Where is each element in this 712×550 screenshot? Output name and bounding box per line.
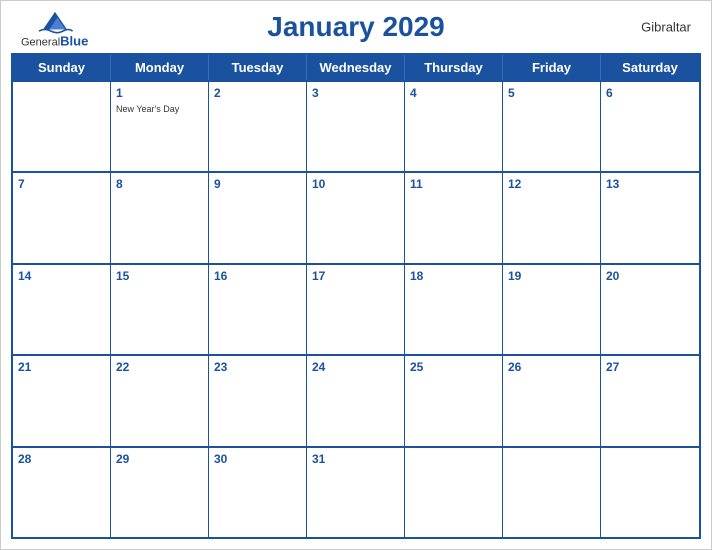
day-number: 18 xyxy=(410,268,497,285)
day-cell-empty xyxy=(601,448,699,537)
day-cell-jan4: 4 xyxy=(405,82,503,171)
day-cell-jan28: 28 xyxy=(13,448,111,537)
day-cell-jan25: 25 xyxy=(405,356,503,445)
calendar-page: General Blue January 2029 Gibraltar Sund… xyxy=(0,0,712,550)
day-number: 2 xyxy=(214,85,301,102)
week-5: 28 29 30 31 xyxy=(13,446,699,537)
day-number: 16 xyxy=(214,268,301,285)
week-1: 1 New Year's Day 2 3 4 5 6 xyxy=(13,80,699,171)
day-cell-jan30: 30 xyxy=(209,448,307,537)
day-cell-jan1: 1 New Year's Day xyxy=(111,82,209,171)
day-cell-jan27: 27 xyxy=(601,356,699,445)
day-number: 29 xyxy=(116,451,203,468)
day-number: 6 xyxy=(606,85,694,102)
region-label: Gibraltar xyxy=(641,20,691,35)
day-cell-jan16: 16 xyxy=(209,265,307,354)
day-number: 3 xyxy=(312,85,399,102)
day-number: 7 xyxy=(18,176,105,193)
day-cell-jan23: 23 xyxy=(209,356,307,445)
day-cell-jan8: 8 xyxy=(111,173,209,262)
day-number: 28 xyxy=(18,451,105,468)
logo-general-text: General xyxy=(21,37,60,49)
day-headers-row: Sunday Monday Tuesday Wednesday Thursday… xyxy=(13,55,699,80)
day-cell-empty xyxy=(405,448,503,537)
day-cell-jan17: 17 xyxy=(307,265,405,354)
day-number: 9 xyxy=(214,176,301,193)
header-tuesday: Tuesday xyxy=(209,55,307,80)
logo: General Blue xyxy=(21,6,88,49)
day-cell-jan19: 19 xyxy=(503,265,601,354)
day-number: 17 xyxy=(312,268,399,285)
day-number: 23 xyxy=(214,359,301,376)
day-number: 11 xyxy=(410,176,497,193)
header-wednesday: Wednesday xyxy=(307,55,405,80)
day-cell-jan29: 29 xyxy=(111,448,209,537)
day-cell-jan24: 24 xyxy=(307,356,405,445)
day-number: 20 xyxy=(606,268,694,285)
day-cell-jan18: 18 xyxy=(405,265,503,354)
day-cell-empty xyxy=(13,82,111,171)
day-number: 19 xyxy=(508,268,595,285)
day-number: 1 xyxy=(116,85,203,102)
day-cell-jan20: 20 xyxy=(601,265,699,354)
day-cell-jan26: 26 xyxy=(503,356,601,445)
day-number: 5 xyxy=(508,85,595,102)
day-number: 22 xyxy=(116,359,203,376)
header-monday: Monday xyxy=(111,55,209,80)
page-title: January 2029 xyxy=(267,11,444,43)
day-cell-jan31: 31 xyxy=(307,448,405,537)
day-number: 12 xyxy=(508,176,595,193)
day-number: 30 xyxy=(214,451,301,468)
day-cell-jan22: 22 xyxy=(111,356,209,445)
week-2: 7 8 9 10 11 12 13 xyxy=(13,171,699,262)
day-cell-jan5: 5 xyxy=(503,82,601,171)
day-cell-jan15: 15 xyxy=(111,265,209,354)
day-number: 13 xyxy=(606,176,694,193)
week-3: 14 15 16 17 18 19 20 xyxy=(13,263,699,354)
header-thursday: Thursday xyxy=(405,55,503,80)
day-number: 24 xyxy=(312,359,399,376)
day-cell-jan9: 9 xyxy=(209,173,307,262)
day-cell-jan14: 14 xyxy=(13,265,111,354)
weeks-container: 1 New Year's Day 2 3 4 5 6 xyxy=(13,80,699,537)
day-cell-jan3: 3 xyxy=(307,82,405,171)
day-number: 27 xyxy=(606,359,694,376)
day-number: 8 xyxy=(116,176,203,193)
header-saturday: Saturday xyxy=(601,55,699,80)
day-event: New Year's Day xyxy=(116,104,203,116)
day-cell-jan12: 12 xyxy=(503,173,601,262)
day-number: 31 xyxy=(312,451,399,468)
day-cell-jan2: 2 xyxy=(209,82,307,171)
day-cell-jan21: 21 xyxy=(13,356,111,445)
day-number: 26 xyxy=(508,359,595,376)
day-number: 15 xyxy=(116,268,203,285)
header: General Blue January 2029 Gibraltar xyxy=(1,1,711,53)
day-number: 14 xyxy=(18,268,105,285)
day-number: 4 xyxy=(410,85,497,102)
day-number: 10 xyxy=(312,176,399,193)
logo-blue-text: Blue xyxy=(60,34,88,49)
calendar-grid: Sunday Monday Tuesday Wednesday Thursday… xyxy=(11,53,701,539)
day-number: 25 xyxy=(410,359,497,376)
week-4: 21 22 23 24 25 26 27 xyxy=(13,354,699,445)
day-cell-jan11: 11 xyxy=(405,173,503,262)
day-number: 21 xyxy=(18,359,105,376)
day-cell-jan13: 13 xyxy=(601,173,699,262)
day-cell-jan10: 10 xyxy=(307,173,405,262)
day-cell-empty xyxy=(503,448,601,537)
day-cell-jan7: 7 xyxy=(13,173,111,262)
header-sunday: Sunday xyxy=(13,55,111,80)
logo-icon xyxy=(35,6,75,34)
day-cell-jan6: 6 xyxy=(601,82,699,171)
header-friday: Friday xyxy=(503,55,601,80)
